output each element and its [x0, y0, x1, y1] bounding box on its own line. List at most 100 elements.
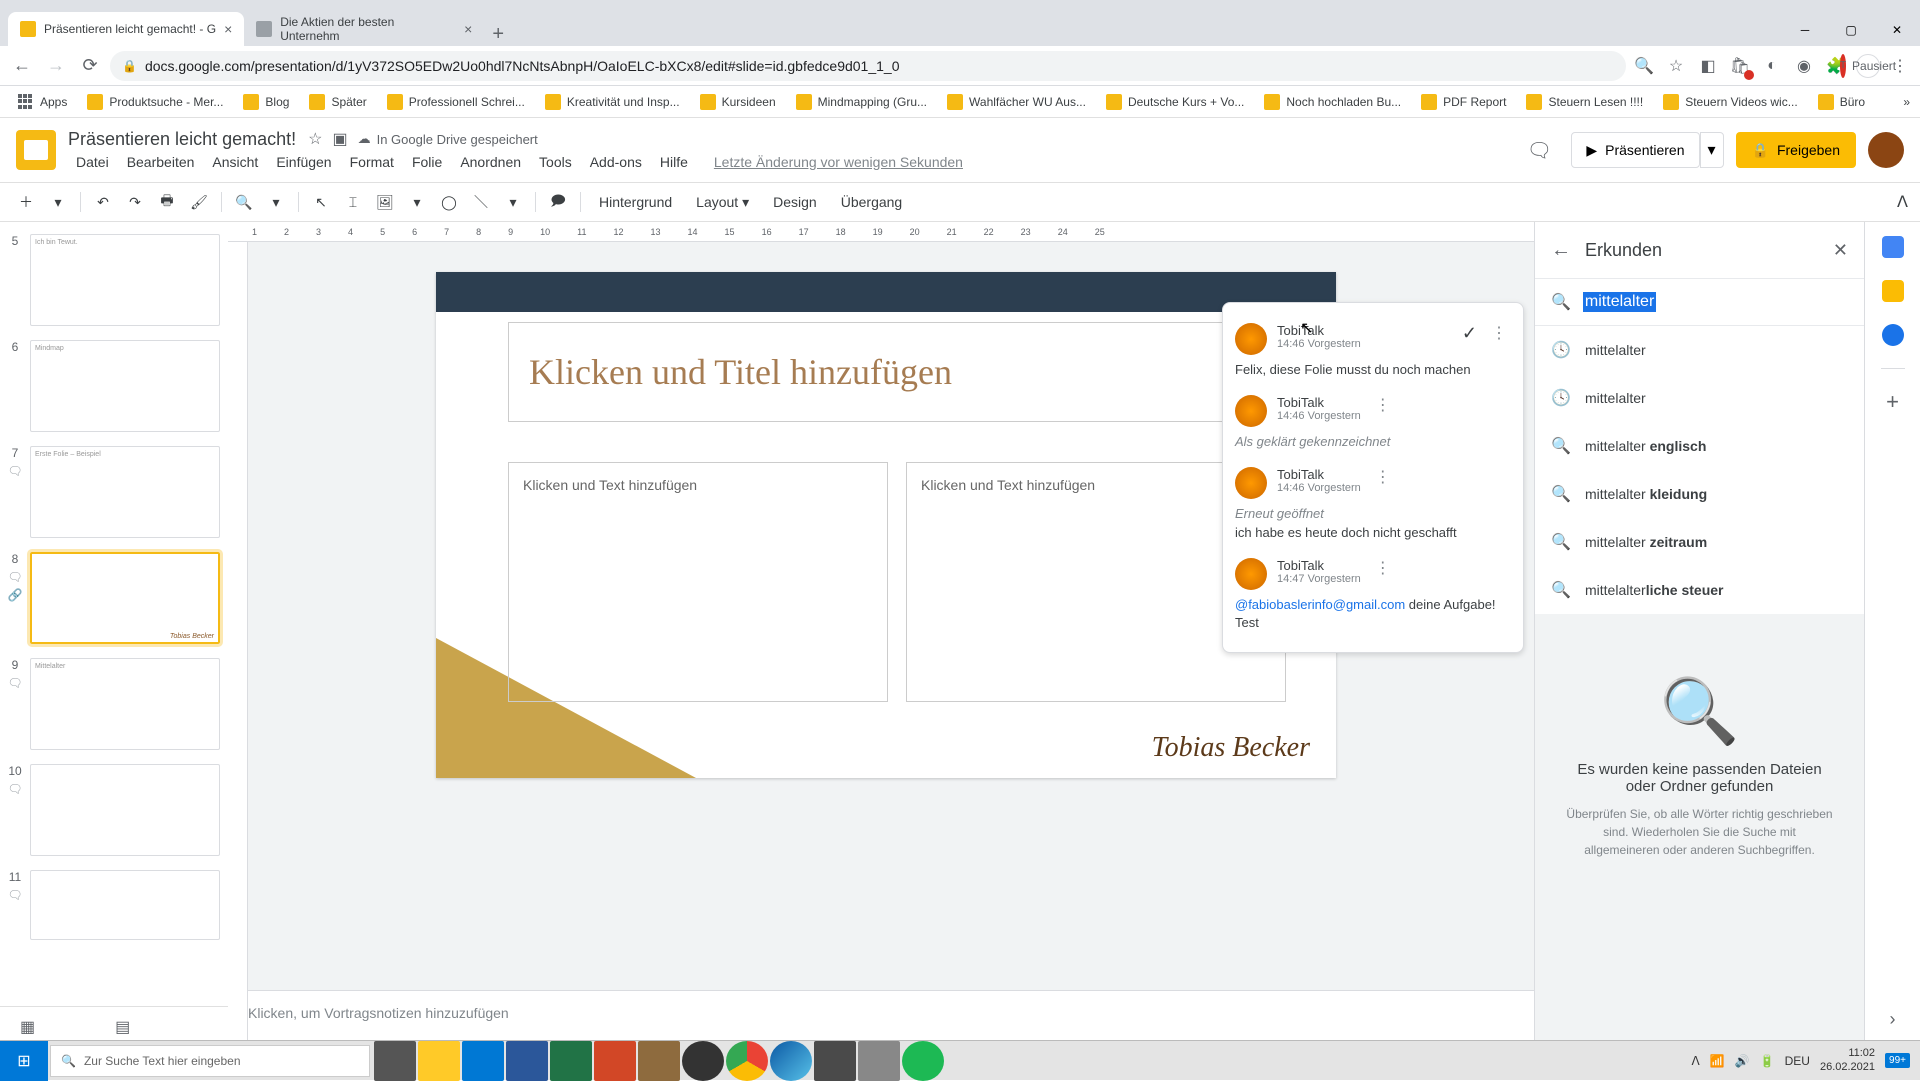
slide-thumbnail[interactable]: Mittelalter	[30, 658, 220, 750]
zoom-icon[interactable]: 🔍	[1632, 54, 1656, 78]
bookmark-star-icon[interactable]: ☆	[1664, 54, 1688, 78]
suggestion-item[interactable]: 🔍mittelalter kleidung	[1535, 470, 1864, 518]
spotify-icon[interactable]	[902, 1041, 944, 1081]
collapse-toolbar-icon[interactable]: ᐱ	[1897, 192, 1908, 212]
resolve-check-icon[interactable]: ✓	[1462, 323, 1477, 344]
taskbar-clock[interactable]: 11:0226.02.2021	[1820, 1047, 1875, 1073]
move-icon[interactable]: ▣	[332, 129, 347, 149]
undo-button[interactable]: ↶	[89, 188, 117, 216]
word-icon[interactable]	[506, 1041, 548, 1081]
menu-folie[interactable]: Folie	[404, 152, 450, 172]
bookmark-item[interactable]: Produktsuche - Mer...	[79, 90, 231, 114]
menu-hilfe[interactable]: Hilfe	[652, 152, 696, 172]
edge-legacy-icon[interactable]	[462, 1041, 504, 1081]
browser-tab-active[interactable]: Präsentieren leicht gemacht! - G ×	[8, 12, 244, 46]
select-tool[interactable]: ↖	[307, 188, 335, 216]
document-title[interactable]: Präsentieren leicht gemacht!	[68, 129, 296, 150]
comment-more-icon[interactable]: ⋮	[1487, 323, 1511, 343]
slide-thumbnail[interactable]	[30, 764, 220, 856]
menu-einfuegen[interactable]: Einfügen	[268, 152, 339, 172]
battery-icon[interactable]: 🔋	[1760, 1054, 1775, 1068]
bookmarks-overflow-icon[interactable]: »	[1903, 95, 1910, 109]
comment-thread[interactable]: TobiTalk14:46 Vorgestern ✓ ⋮ Felix, dies…	[1222, 302, 1524, 653]
extension-icon[interactable]: ◐	[1760, 54, 1784, 78]
bookmark-item[interactable]: Professionell Schrei...	[379, 90, 533, 114]
close-window-button[interactable]: ✕	[1874, 14, 1920, 46]
menu-addons[interactable]: Add-ons	[582, 152, 650, 172]
zoom-button[interactable]: 🔍	[230, 188, 258, 216]
slide-thumbnail[interactable]: Ich bin Tewut.	[30, 234, 220, 326]
zoom-dropdown[interactable]: ▾	[262, 188, 290, 216]
bookmark-item[interactable]: Büro	[1810, 90, 1873, 114]
explore-close-icon[interactable]: ✕	[1833, 240, 1848, 261]
slide-thumbnail[interactable]: Mindmap	[30, 340, 220, 432]
file-explorer-icon[interactable]	[418, 1041, 460, 1081]
slide-thumbnail[interactable]: Erste Folie – Beispiel	[30, 446, 220, 538]
bookmark-item[interactable]: Kreativität und Insp...	[537, 90, 688, 114]
slides-logo-icon[interactable]	[16, 130, 56, 170]
hide-sidepanel-icon[interactable]: ›	[1890, 1009, 1896, 1030]
task-view-icon[interactable]	[374, 1041, 416, 1081]
share-button[interactable]: 🔒Freigeben	[1736, 132, 1856, 168]
comment-more-icon[interactable]: ⋮	[1371, 558, 1395, 578]
suggestion-item[interactable]: 🕓mittelalter	[1535, 326, 1864, 374]
background-button[interactable]: Hintergrund	[589, 194, 682, 210]
language-indicator[interactable]: DEU	[1785, 1054, 1810, 1068]
slide-thumbnail[interactable]	[30, 870, 220, 940]
extension-icon[interactable]: ◧	[1696, 54, 1720, 78]
tray-chevron-icon[interactable]: ᐱ	[1692, 1054, 1700, 1068]
bookmark-item[interactable]: Steuern Lesen !!!!	[1518, 90, 1651, 114]
bookmark-apps[interactable]: Apps	[10, 90, 75, 114]
bookmark-item[interactable]: Blog	[235, 90, 297, 114]
address-bar[interactable]: 🔒 docs.google.com/presentation/d/1yV372S…	[110, 51, 1626, 81]
menu-datei[interactable]: Datei	[68, 152, 117, 172]
taskbar-search[interactable]: 🔍Zur Suche Text hier eingeben	[50, 1045, 370, 1077]
calendar-icon[interactable]	[1882, 236, 1904, 258]
comment-more-icon[interactable]: ⋮	[1371, 467, 1395, 487]
slide-thumbnail-active[interactable]: Tobias Becker	[30, 552, 220, 644]
tab-close-icon[interactable]: ×	[464, 21, 472, 37]
slide-canvas[interactable]: Klicken und Titel hinzufügen Klicken und…	[436, 272, 1336, 778]
app-icon[interactable]	[814, 1041, 856, 1081]
add-addon-icon[interactable]: +	[1882, 391, 1904, 413]
explore-back-icon[interactable]: ←	[1551, 239, 1571, 262]
bookmark-item[interactable]: Später	[301, 90, 374, 114]
menu-bearbeiten[interactable]: Bearbeiten	[119, 152, 203, 172]
app-icon[interactable]	[858, 1041, 900, 1081]
browser-tab[interactable]: Die Aktien der besten Unternehm ×	[244, 12, 484, 46]
transition-button[interactable]: Übergang	[831, 194, 913, 210]
bookmark-item[interactable]: Steuern Videos wic...	[1655, 90, 1806, 114]
bookmark-item[interactable]: Mindmapping (Gru...	[788, 90, 935, 114]
line-tool[interactable]: ＼	[467, 188, 495, 216]
new-tab-button[interactable]: +	[484, 23, 512, 46]
new-slide-button[interactable]: ＋	[12, 188, 40, 216]
menu-format[interactable]: Format	[342, 152, 402, 172]
filmstrip-grid-view-icon[interactable]: ▤	[115, 1017, 130, 1037]
keep-icon[interactable]	[1882, 280, 1904, 302]
comments-button[interactable]: 🗨	[1519, 130, 1559, 170]
shape-tool[interactable]: ◯	[435, 188, 463, 216]
extension-icon[interactable]: ◉	[1792, 54, 1816, 78]
textbox-tool[interactable]: ⌶	[339, 188, 367, 216]
profile-pause-pill[interactable]: T Pausiert	[1856, 54, 1880, 78]
redo-button[interactable]: ↷	[121, 188, 149, 216]
line-dropdown[interactable]: ▾	[499, 188, 527, 216]
obs-icon[interactable]	[682, 1041, 724, 1081]
minimize-button[interactable]: ─	[1782, 14, 1828, 46]
new-slide-dropdown[interactable]: ▾	[44, 188, 72, 216]
title-placeholder[interactable]: Klicken und Titel hinzufügen	[508, 322, 1264, 422]
present-dropdown[interactable]: ▾	[1700, 132, 1724, 168]
image-tool[interactable]: 🖼	[371, 188, 399, 216]
speaker-notes[interactable]: Klicken, um Vortragsnotizen hinzuzufügen	[228, 990, 1534, 1046]
search-query-selected[interactable]: mittelalter	[1583, 292, 1656, 312]
back-button[interactable]: ←	[8, 52, 36, 80]
print-button[interactable]: 🖶	[153, 188, 181, 216]
account-avatar[interactable]	[1868, 132, 1904, 168]
comment-more-icon[interactable]: ⋮	[1371, 395, 1395, 415]
volume-icon[interactable]: 🔊	[1735, 1054, 1750, 1068]
start-button[interactable]: ⊞	[0, 1041, 48, 1081]
design-button[interactable]: Design	[763, 194, 827, 210]
suggestion-item[interactable]: 🔍mittelalter englisch	[1535, 422, 1864, 470]
star-icon[interactable]: ☆	[308, 129, 322, 149]
notification-badge[interactable]: 99+	[1885, 1053, 1910, 1068]
